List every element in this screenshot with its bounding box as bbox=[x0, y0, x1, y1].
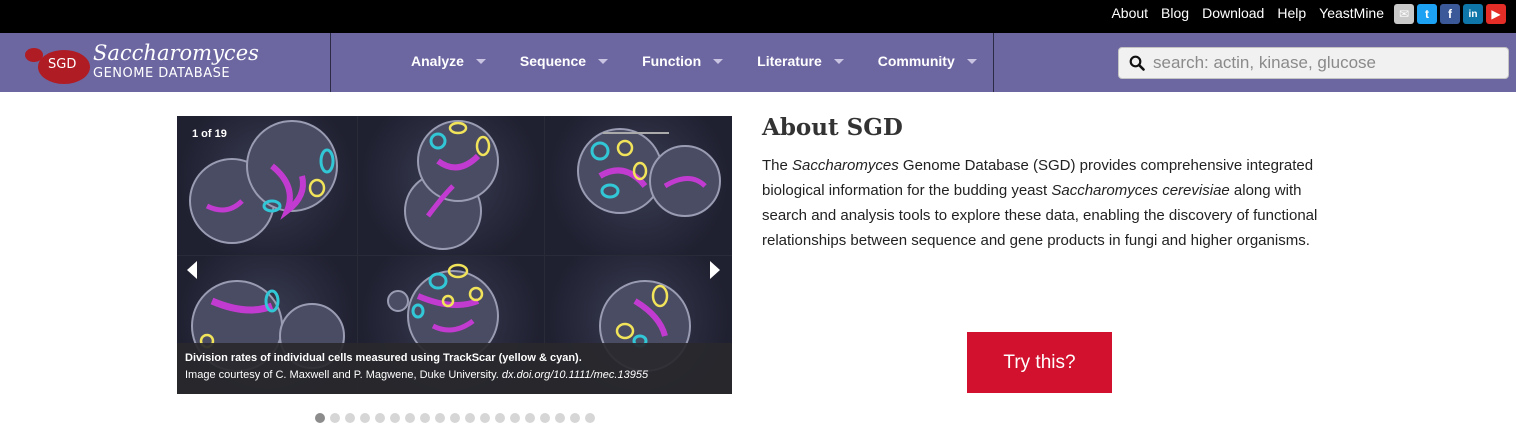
carousel-pagination bbox=[315, 413, 595, 423]
youtube-icon[interactable]: ▶ bbox=[1486, 4, 1506, 24]
sgd-logo[interactable]: SGD Saccharomyces GENOME DATABASE bbox=[0, 33, 331, 92]
about-title: About SGD bbox=[762, 114, 903, 141]
caption-credit-text: Image courtesy of C. Maxwell and P. Magw… bbox=[185, 369, 502, 381]
chevron-down-icon bbox=[713, 58, 724, 64]
nav-analyze[interactable]: Analyze bbox=[411, 53, 486, 69]
pagination-dot[interactable] bbox=[345, 413, 355, 423]
social-links: ✉ t f in ▶ bbox=[1394, 4, 1506, 24]
pagination-dot[interactable] bbox=[360, 413, 370, 423]
caption-title: Division rates of individual cells measu… bbox=[185, 352, 582, 364]
logo-title: Saccharomyces bbox=[93, 41, 259, 65]
slide-caption: Division rates of individual cells measu… bbox=[177, 343, 732, 394]
linkedin-icon[interactable]: in bbox=[1463, 4, 1483, 24]
microscopy-panel bbox=[358, 116, 544, 255]
search-box[interactable] bbox=[1118, 47, 1509, 79]
pagination-dot[interactable] bbox=[555, 413, 565, 423]
pagination-dot[interactable] bbox=[525, 413, 535, 423]
main-navbar: SGD Saccharomyces GENOME DATABASE Analyz… bbox=[0, 33, 1516, 92]
slide-counter: 1 of 19 bbox=[192, 128, 227, 140]
pagination-dot[interactable] bbox=[450, 413, 460, 423]
search-icon[interactable] bbox=[1129, 55, 1145, 71]
image-carousel[interactable]: 1 of 19 Division rates of individual cel… bbox=[177, 116, 732, 394]
download-link[interactable]: Download bbox=[1202, 5, 1264, 21]
chevron-down-icon bbox=[598, 58, 609, 64]
nav-divider bbox=[993, 33, 994, 92]
chevron-left-icon[interactable] bbox=[187, 261, 197, 279]
nav-literature-label: Literature bbox=[757, 53, 822, 69]
top-links: About Blog Download Help YeastMine bbox=[1111, 5, 1384, 21]
nav-function[interactable]: Function bbox=[642, 53, 724, 69]
try-this-button[interactable]: Try this? bbox=[967, 332, 1112, 393]
about-description: The Saccharomyces Genome Database (SGD) … bbox=[762, 153, 1332, 253]
about-text-part: The bbox=[762, 157, 793, 174]
nav-sequence[interactable]: Sequence bbox=[519, 53, 609, 69]
nav-community-label: Community bbox=[877, 53, 955, 69]
pagination-dot[interactable] bbox=[495, 413, 505, 423]
pagination-dot[interactable] bbox=[375, 413, 385, 423]
pagination-dot[interactable] bbox=[390, 413, 400, 423]
pagination-dot[interactable] bbox=[480, 413, 490, 423]
chevron-down-icon bbox=[833, 58, 844, 64]
blog-link[interactable]: Blog bbox=[1161, 5, 1189, 21]
mail-icon[interactable]: ✉ bbox=[1394, 4, 1414, 24]
pagination-dot[interactable] bbox=[570, 413, 580, 423]
pagination-dot[interactable] bbox=[585, 413, 595, 423]
pagination-dot[interactable] bbox=[405, 413, 415, 423]
pagination-dot[interactable] bbox=[330, 413, 340, 423]
nav-function-label: Function bbox=[642, 53, 702, 69]
logo-subtitle: GENOME DATABASE bbox=[93, 66, 231, 81]
nav-literature[interactable]: Literature bbox=[757, 53, 844, 69]
chevron-down-icon bbox=[475, 58, 486, 64]
pagination-dot[interactable] bbox=[540, 413, 550, 423]
chevron-down-icon bbox=[966, 58, 977, 64]
twitter-icon[interactable]: t bbox=[1417, 4, 1437, 24]
top-utility-bar: About Blog Download Help YeastMine ✉ t f… bbox=[0, 0, 1516, 33]
logo-badge-text: SGD bbox=[48, 57, 77, 72]
microscopy-panel bbox=[545, 116, 732, 255]
caption-doi-link[interactable]: dx.doi.org/10.1111/mec.13955 bbox=[502, 369, 648, 381]
about-link[interactable]: About bbox=[1111, 5, 1148, 21]
facebook-icon[interactable]: f bbox=[1440, 4, 1460, 24]
pagination-dot[interactable] bbox=[315, 413, 325, 423]
nav-analyze-label: Analyze bbox=[411, 53, 464, 69]
nav-community[interactable]: Community bbox=[878, 53, 977, 69]
pagination-dot[interactable] bbox=[510, 413, 520, 423]
chevron-right-icon[interactable] bbox=[710, 261, 720, 279]
caption-credit: Image courtesy of C. Maxwell and P. Magw… bbox=[185, 366, 724, 385]
nav-menu: Analyze Sequence Function Literature Com… bbox=[411, 53, 1011, 69]
help-link[interactable]: Help bbox=[1277, 5, 1306, 21]
search-input[interactable] bbox=[1153, 53, 1493, 73]
yeastmine-link[interactable]: YeastMine bbox=[1319, 5, 1384, 21]
pagination-dot[interactable] bbox=[465, 413, 475, 423]
about-text-em: Saccharomyces cerevisiae bbox=[1051, 182, 1230, 199]
pagination-dot[interactable] bbox=[435, 413, 445, 423]
about-text-em: Saccharomyces bbox=[792, 157, 899, 174]
nav-sequence-label: Sequence bbox=[519, 53, 587, 69]
pagination-dot[interactable] bbox=[420, 413, 430, 423]
